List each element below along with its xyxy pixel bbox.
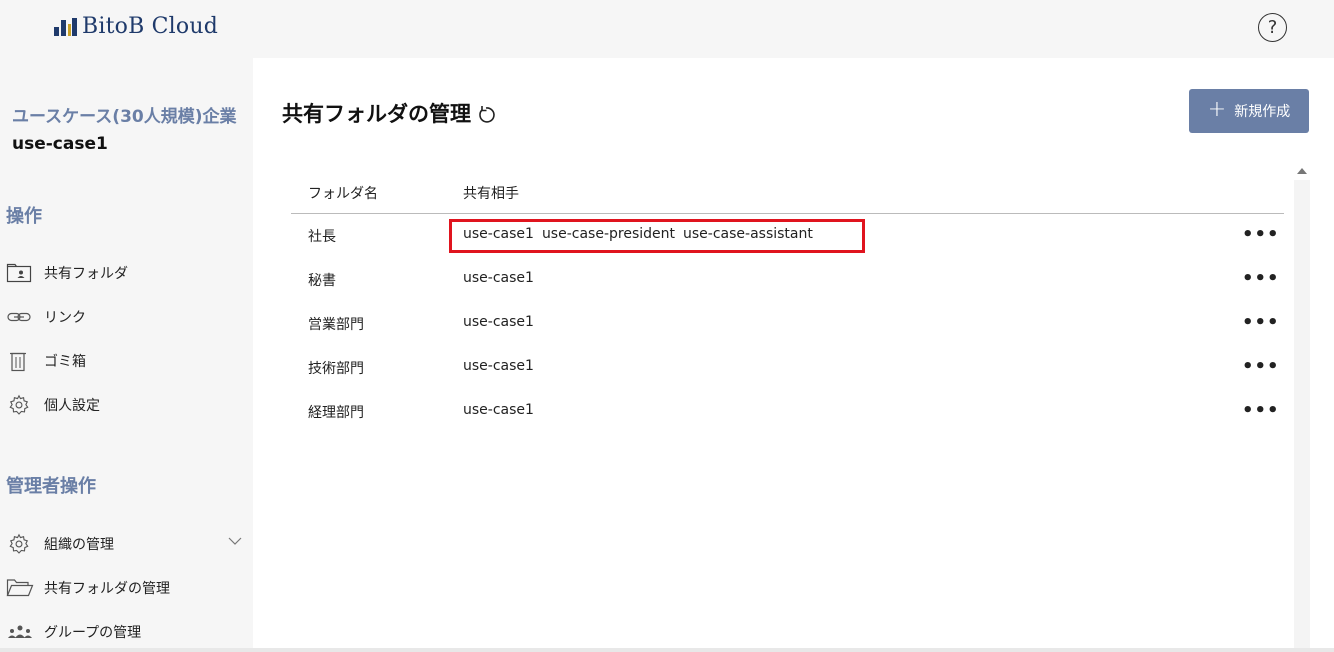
more-options-icon[interactable]: ••• (1242, 224, 1280, 245)
table-row[interactable]: 経理部門 use-case1 ••• (291, 390, 1284, 434)
company-name: ユースケース(30人規模)企業 (12, 107, 237, 127)
link-icon (6, 306, 34, 328)
sidebar-item-label: 組織の管理 (44, 537, 114, 553)
logo[interactable]: BitoB Cloud (54, 14, 218, 39)
chevron-down-icon[interactable] (228, 534, 242, 548)
scrollbar-track[interactable] (1294, 180, 1310, 648)
sidebar-item-shared-folder-admin[interactable]: 共有フォルダの管理 (6, 575, 248, 601)
shared-user: use-case1 (463, 314, 534, 330)
shared-user: use-case1 (463, 226, 534, 242)
more-options-icon[interactable]: ••• (1242, 312, 1280, 333)
column-header-shared-with[interactable]: 共有相手 (463, 183, 519, 203)
help-icon[interactable]: ? (1258, 13, 1287, 42)
shared-user: use-case-president (541, 226, 675, 242)
gear-icon (6, 533, 34, 555)
table-header: フォルダ名 共有相手 (291, 172, 1284, 214)
section-heading-admin: 管理者操作 (6, 476, 96, 497)
more-options-icon[interactable]: ••• (1242, 356, 1280, 377)
folder-name: 技術部門 (308, 361, 364, 377)
sidebar-item-label: 個人設定 (44, 398, 100, 414)
folder-open-icon (6, 577, 34, 599)
shared-with-list: use-case1 (463, 270, 542, 286)
shared-with-list: use-case1 (463, 402, 542, 418)
sidebar: ユースケース(30人規模)企業 use-case1 操作 共有フォルダ リンク … (0, 58, 253, 652)
table-row[interactable]: 秘書 use-case1 ••• (291, 258, 1284, 302)
sidebar-item-shared-folders[interactable]: 共有フォルダ (6, 260, 248, 286)
folder-user-icon (6, 262, 34, 284)
sidebar-item-label: 共有フォルダの管理 (44, 581, 170, 597)
shared-user: use-case1 (463, 270, 534, 286)
scroll-up-arrow-icon[interactable] (1297, 168, 1307, 174)
table-row[interactable]: 社長 use-case1 use-case-president use-case-a… (291, 214, 1284, 258)
logo-mark-icon (54, 17, 77, 36)
tenant-id: use-case1 (12, 134, 108, 154)
sidebar-item-organization[interactable]: 組織の管理 (6, 531, 248, 557)
shared-user: use-case1 (463, 358, 534, 374)
sidebar-item-personal-settings[interactable]: 個人設定 (6, 392, 248, 418)
sidebar-item-trash[interactable]: ゴミ箱 (6, 348, 248, 374)
table-row[interactable]: 技術部門 use-case1 ••• (291, 346, 1284, 390)
sidebar-item-label: リンク (44, 310, 86, 326)
more-options-icon[interactable]: ••• (1242, 268, 1280, 289)
sidebar-item-groups[interactable]: グループの管理 (6, 619, 248, 645)
page-title: 共有フォルダの管理 (282, 98, 497, 128)
shared-with-list: use-case1 (463, 314, 542, 330)
folder-name: 営業部門 (308, 317, 364, 333)
window-bottom-edge (0, 648, 1334, 652)
refresh-icon[interactable] (475, 104, 497, 126)
group-icon (6, 621, 34, 643)
logo-text: BitoB Cloud (82, 14, 219, 39)
section-heading-operations: 操作 (6, 206, 42, 227)
new-folder-button[interactable]: + 新規作成 (1189, 89, 1309, 133)
plus-icon: + (1207, 97, 1227, 122)
folder-name: 秘書 (308, 273, 336, 289)
shared-with-list: use-case1 use-case-president use-case-assi… (463, 226, 821, 242)
column-header-folder-name[interactable]: フォルダ名 (308, 183, 378, 203)
main-panel: 共有フォルダの管理 + 新規作成 フォルダ名 共有相手 社長 use-case1… (253, 58, 1334, 648)
shared-with-list: use-case1 (463, 358, 542, 374)
shared-user: use-case-assistant (683, 226, 813, 242)
new-folder-button-label: 新規作成 (1234, 104, 1291, 120)
gear-icon (6, 394, 34, 416)
more-options-icon[interactable]: ••• (1242, 400, 1280, 421)
sidebar-item-links[interactable]: リンク (6, 304, 248, 330)
trash-icon (6, 350, 34, 372)
shared-user: use-case1 (463, 402, 534, 418)
folder-name: 社長 (308, 229, 336, 245)
sidebar-item-label: ゴミ箱 (44, 354, 86, 370)
folder-name: 経理部門 (308, 405, 364, 421)
table-row[interactable]: 営業部門 use-case1 ••• (291, 302, 1284, 346)
sidebar-item-label: グループの管理 (44, 625, 142, 641)
page-title-text: 共有フォルダの管理 (282, 102, 471, 126)
app-header: BitoB Cloud ? (0, 0, 1334, 58)
shared-folder-table: フォルダ名 共有相手 社長 use-case1 use-case-presiden… (291, 172, 1284, 434)
sidebar-item-label: 共有フォルダ (44, 266, 128, 282)
